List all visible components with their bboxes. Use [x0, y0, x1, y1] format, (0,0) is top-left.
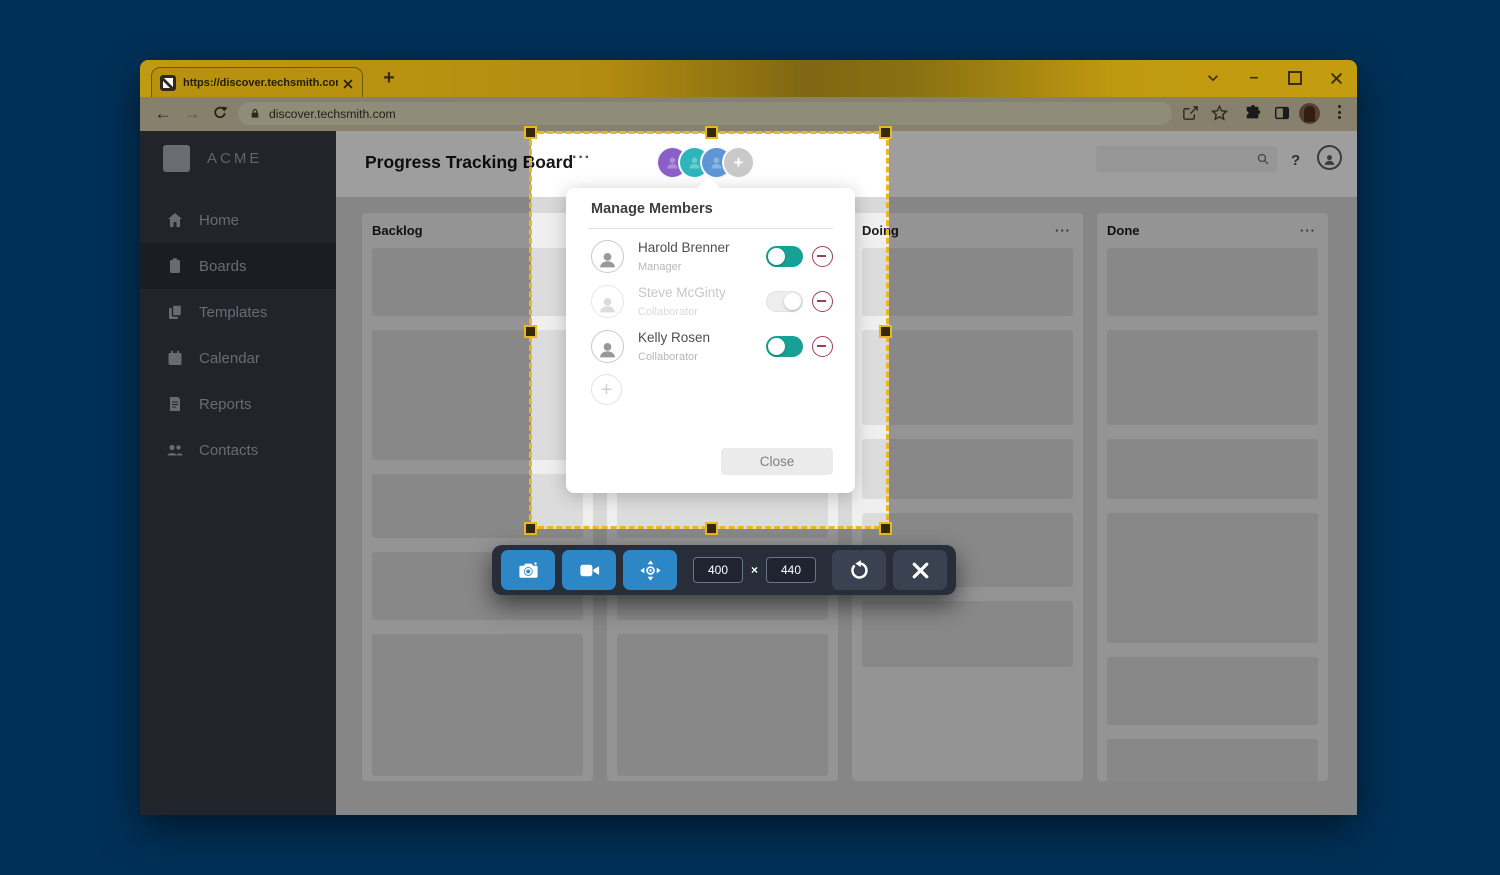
window-minimize-button[interactable]: –	[1242, 68, 1266, 88]
video-camera-icon	[579, 564, 599, 576]
capture-height-input[interactable]	[766, 557, 817, 583]
selection-handle-ne[interactable]	[879, 126, 892, 139]
region-crosshair-icon	[639, 559, 661, 581]
new-tab-button[interactable]: +	[378, 68, 400, 90]
capture-toolbar: ×	[492, 545, 957, 595]
selection-handle-nw[interactable]	[524, 126, 537, 139]
capture-favicon-icon	[160, 74, 176, 91]
selection-handle-w[interactable]	[524, 325, 537, 338]
selection-handle-se[interactable]	[879, 522, 892, 535]
dim-overlay-right	[889, 133, 1357, 529]
capture-size-group: ×	[693, 557, 817, 583]
capture-width-input[interactable]	[693, 557, 743, 583]
selection-handle-e[interactable]	[879, 325, 892, 338]
desktop: https://discover.techsmith.com + – ← → d…	[0, 0, 1500, 875]
window-close-button[interactable]	[1324, 68, 1348, 88]
browser-tab-bar: https://discover.techsmith.com + –	[140, 60, 1357, 97]
window-maximize-button[interactable]	[1283, 68, 1307, 88]
restart-icon	[850, 559, 868, 579]
selection-handle-sw[interactable]	[524, 522, 537, 535]
selection-handle-n[interactable]	[705, 126, 718, 139]
capture-selection-region[interactable]	[529, 131, 889, 529]
dim-overlay-top	[140, 97, 1357, 133]
close-x-icon	[912, 562, 928, 578]
restart-selection-button[interactable]	[832, 550, 887, 590]
selection-handle-s[interactable]	[705, 522, 718, 535]
tab-close-icon[interactable]	[342, 77, 354, 89]
window-chevron-icon[interactable]	[1201, 68, 1225, 88]
video-capture-button[interactable]	[562, 550, 616, 590]
cancel-capture-button[interactable]	[893, 550, 948, 590]
camera-icon	[518, 561, 538, 578]
dim-overlay-left	[140, 133, 531, 529]
browser-tab[interactable]: https://discover.techsmith.com	[151, 67, 363, 97]
image-capture-button[interactable]	[501, 550, 555, 590]
region-select-button[interactable]	[623, 550, 677, 590]
dimension-separator: ×	[751, 563, 759, 577]
tab-title: https://discover.techsmith.com	[183, 76, 338, 89]
